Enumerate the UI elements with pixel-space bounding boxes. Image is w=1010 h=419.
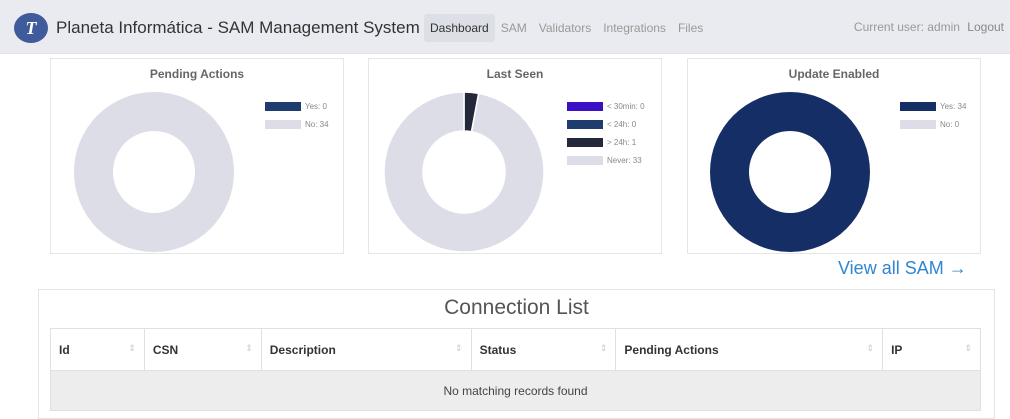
pending-actions-legend: Yes: 0 No: 34 [265,97,329,133]
update-enabled-title: Update Enabled [788,67,880,81]
column-header-ip[interactable]: IP ⇕ [882,328,981,371]
update-enabled-card: Update Enabled Yes: 34 No: 0 [687,58,981,254]
donut-slice-no-34[interactable] [74,92,234,252]
legend-swatch [900,119,936,129]
update-enabled-donut [710,92,870,252]
last-seen-legend: < 30min: 0 < 24h: 0 > 24h: 1 Never: 33 [567,97,645,169]
user-area: Current user: admin Logout [854,20,1004,34]
nav-validators[interactable]: Validators [533,14,597,42]
pending-actions-donut [74,92,234,252]
column-label: Pending Actions [624,342,719,357]
pending-actions-title: Pending Actions [149,67,245,81]
legend-item[interactable]: > 24h: 1 [567,133,645,151]
donut-slice-never-33[interactable] [383,91,545,253]
table-row: No matching records found [50,370,981,411]
legend-swatch [900,101,936,111]
legend-swatch [567,155,603,165]
sort-icon: ⇕ [964,343,972,353]
brand-title: Planeta Informática - SAM Management Sys… [56,18,420,37]
legend-swatch [567,119,603,129]
nav-dashboard[interactable]: Dashboard [424,14,495,42]
sort-icon: ⇕ [866,343,875,353]
empty-message: No matching records found [50,370,981,411]
column-header-id[interactable]: Id ⇕ [50,328,145,371]
table-header-row: Id ⇕ CSN ⇕ Description ⇕ Status ⇕ Pending Ac… [50,328,981,371]
pending-actions-card: Pending Actions Yes: 0 No: 34 [50,58,344,254]
legend-item[interactable]: No: 34 [265,115,329,133]
sort-icon: ⇕ [245,343,253,353]
legend-swatch [265,119,301,129]
legend-item[interactable]: Yes: 34 [900,97,966,115]
sort-icon: ⇕ [455,343,463,353]
column-header-csn[interactable]: CSN ⇕ [143,328,262,371]
column-label: Description [269,342,336,357]
legend-item[interactable]: Never: 33 [567,151,645,169]
legend-item[interactable]: < 30min: 0 [567,97,645,115]
last-seen-donut [383,91,545,253]
donut-slice-yes-34[interactable] [710,92,870,252]
legend-label: < 24h: 0 [607,119,637,129]
legend-label: Yes: 0 [305,101,327,111]
last-seen-card: Last Seen < 30min: 0 < 24h: 0 > 24h: 1 N… [368,58,662,254]
column-label: Id [59,342,70,357]
legend-label: > 24h: 1 [607,137,637,147]
column-header-pending-actions[interactable]: Pending Actions ⇕ [615,328,884,371]
column-label: IP [891,342,903,357]
legend-swatch [567,137,603,147]
legend-swatch [265,101,301,111]
column-header-description[interactable]: Description ⇕ [260,328,472,371]
column-header-status[interactable]: Status ⇕ [470,328,617,371]
column-label: CSN [152,342,179,357]
current-user-label: Current user: admin [853,20,960,34]
last-seen-title: Last Seen [486,67,544,81]
brand[interactable]: T Planeta Informática - SAM Management S… [14,12,420,44]
legend-item[interactable]: No: 0 [900,115,966,133]
logout-link[interactable]: Logout [967,20,1004,34]
nav-sam[interactable]: SAM [495,14,533,42]
legend-label: No: 34 [305,119,329,129]
connection-list-title: Connection List [444,296,589,319]
logo-mark: T [25,17,37,38]
sort-icon: ⇕ [128,343,136,353]
update-enabled-legend: Yes: 34 No: 0 [900,97,966,133]
top-navbar: T Planeta Informática - SAM Management S… [0,0,1010,54]
nav-integrations[interactable]: Integrations [597,14,672,42]
connection-table: Id ⇕ CSN ⇕ Description ⇕ Status ⇕ Pending Ac… [50,328,981,411]
legend-label: No: 0 [940,119,960,129]
view-all-sam-link[interactable]: View all SAM → [838,258,967,279]
legend-swatch [567,101,603,111]
nav-files[interactable]: Files [672,14,709,42]
legend-label: Never: 33 [607,155,642,165]
legend-label: < 30min: 0 [607,101,645,111]
main-nav: Dashboard SAM Validators Integrations Fi… [424,14,709,42]
legend-label: Yes: 34 [940,101,967,111]
column-label: Status [479,342,517,357]
planeta-logo-icon: T [14,13,48,43]
legend-item[interactable]: < 24h: 0 [567,115,645,133]
legend-item[interactable]: Yes: 0 [265,97,329,115]
connection-list-panel: Connection List Id ⇕ CSN ⇕ Description ⇕ St… [38,289,995,419]
sort-icon: ⇕ [599,343,608,353]
